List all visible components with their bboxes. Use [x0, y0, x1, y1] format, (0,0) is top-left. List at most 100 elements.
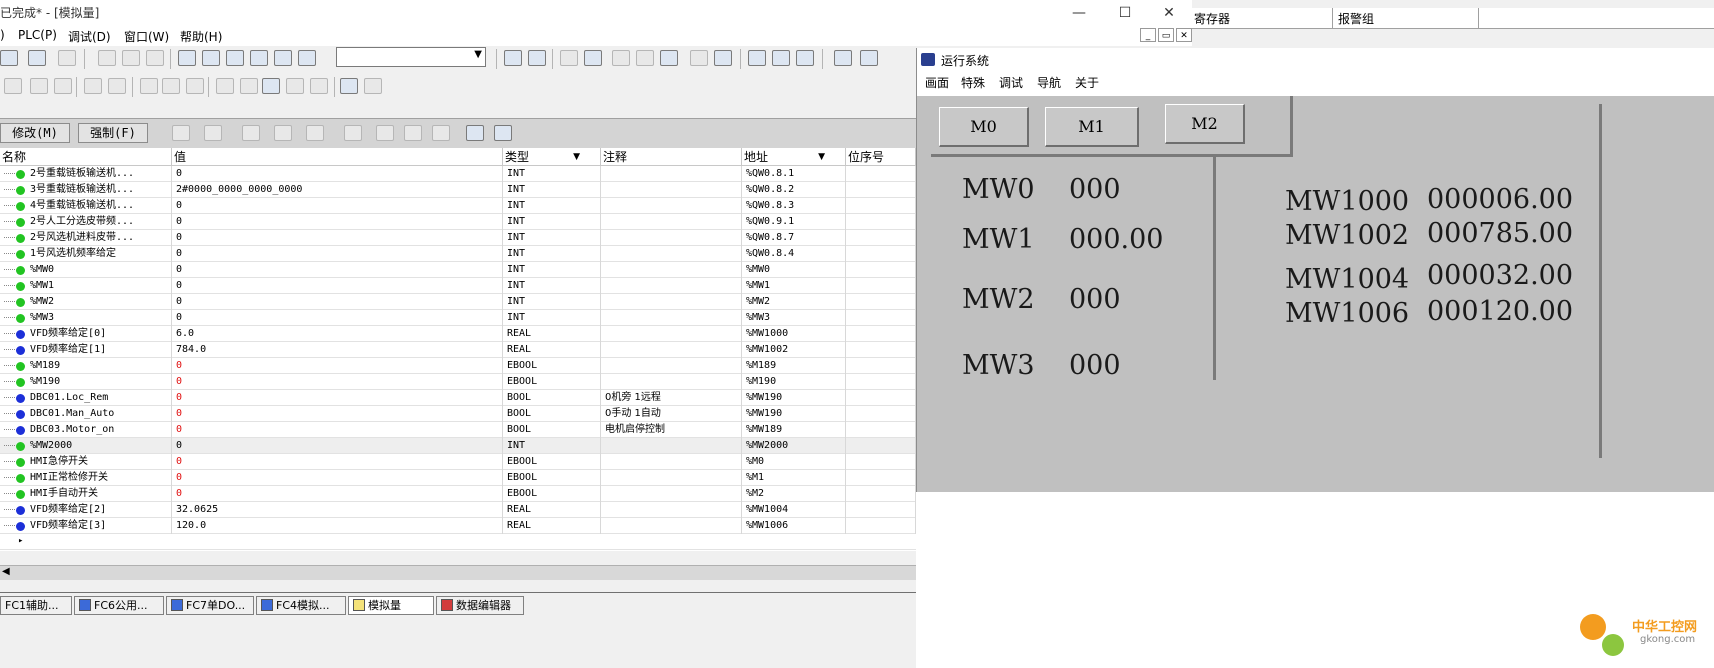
table-row[interactable]: %MW0 0 INT %MW0 — [0, 262, 916, 278]
link-icon[interactable] — [54, 78, 72, 94]
table-row[interactable]: 4号重载链板输送机... 0 INT %QW0.8.3 — [0, 198, 916, 214]
menu-plc[interactable]: PLC(P) — [18, 28, 57, 42]
rt-icon[interactable] — [494, 125, 512, 141]
table-row[interactable]: 1号风选机频率给定 0 INT %QW0.8.4 — [0, 246, 916, 262]
tab-analog[interactable]: 模拟量 — [348, 596, 434, 615]
m1-button[interactable]: M1 — [1045, 107, 1139, 147]
value-cell[interactable]: 0 — [172, 230, 503, 246]
tree-icon[interactable] — [202, 50, 220, 66]
tab-fc6[interactable]: FC6公用... — [74, 596, 164, 615]
cut-icon[interactable] — [58, 50, 76, 66]
multi-icon[interactable] — [432, 125, 450, 141]
force-off-icon[interactable] — [204, 125, 222, 141]
value-cell[interactable]: 2#0000_0000_0000_0000 — [172, 182, 503, 198]
simulator-icon[interactable] — [714, 50, 732, 66]
bus-icon[interactable] — [98, 50, 116, 66]
bit-icon[interactable] — [404, 125, 422, 141]
contact-icon[interactable] — [310, 78, 328, 94]
column-header-address[interactable]: 地址 ▼ — [742, 148, 846, 166]
table-row[interactable]: %MW2 0 INT %MW2 — [0, 294, 916, 310]
tab-data-editor[interactable]: 数据编辑器 — [436, 596, 524, 615]
value-cell[interactable]: 0 — [172, 278, 503, 294]
tile-horizontal-icon[interactable] — [772, 50, 790, 66]
monitor-icon[interactable] — [28, 50, 46, 66]
tab-fc4[interactable]: FC4模拟... — [256, 596, 346, 615]
table-row[interactable]: %MW1 0 INT %MW1 — [0, 278, 916, 294]
table-row[interactable]: HMI正常检修开关 0 EBOOL %M1 — [0, 470, 916, 486]
value-cell[interactable]: 6.0 — [172, 326, 503, 342]
refresh-icon[interactable] — [660, 50, 678, 66]
rack-icon[interactable] — [122, 50, 140, 66]
comment-icon[interactable] — [340, 78, 358, 94]
value-cell[interactable]: 0 — [172, 262, 503, 278]
table-row[interactable]: 2号重载链板输送机... 0 INT %QW0.8.1 — [0, 166, 916, 182]
table-row[interactable]: %M189 0 EBOOL %M189 — [0, 358, 916, 374]
table-row[interactable]: VFD频率给定[1] 784.0 REAL %MW1002 — [0, 342, 916, 358]
value-cell[interactable]: 0 — [172, 470, 503, 486]
help-icon[interactable] — [834, 50, 852, 66]
plc-icon[interactable] — [560, 50, 578, 66]
value-cell[interactable]: 0 — [172, 422, 503, 438]
menu-file-fragment[interactable]: ) — [0, 28, 5, 42]
modify-button[interactable]: 修改(M) — [0, 123, 70, 143]
columns-icon[interactable] — [344, 125, 362, 141]
links-icon[interactable] — [274, 50, 292, 66]
mdi-restore-icon[interactable]: ▭ — [1158, 28, 1174, 42]
table-row[interactable]: HMI急停开关 0 EBOOL %M0 — [0, 454, 916, 470]
value-cell[interactable]: 0 — [172, 214, 503, 230]
run-icon[interactable] — [612, 50, 630, 66]
search-combobox[interactable]: ▼ — [336, 47, 486, 67]
coil-icon[interactable] — [286, 78, 304, 94]
value-cell[interactable]: 0 — [172, 390, 503, 406]
tab-fc7[interactable]: FC7单DO... — [166, 596, 254, 615]
table-row[interactable]: 2号风选机进料皮带... 0 INT %QW0.8.7 — [0, 230, 916, 246]
rebuild-icon[interactable] — [528, 50, 546, 66]
mdi-close-icon[interactable]: ✕ — [1176, 28, 1192, 42]
value-cell[interactable]: 784.0 — [172, 342, 503, 358]
table-row[interactable]: %MW3 0 INT %MW3 — [0, 310, 916, 326]
glasses-icon[interactable] — [364, 78, 382, 94]
value-cell[interactable]: 0 — [172, 166, 503, 182]
chevron-down-icon[interactable]: ▼ — [818, 148, 825, 166]
value-cell[interactable]: 0 — [172, 374, 503, 390]
maximize-icon[interactable]: ☐ — [1102, 0, 1148, 26]
value-cell[interactable]: 0 — [172, 438, 503, 454]
library-icon[interactable] — [250, 50, 268, 66]
binoculars-icon[interactable] — [298, 50, 316, 66]
rt-menu-navigate[interactable]: 导航 — [1037, 74, 1061, 91]
scroll-left-icon[interactable]: ◀ — [2, 566, 10, 577]
table-row[interactable]: VFD频率给定[2] 32.0625 REAL %MW1004 — [0, 502, 916, 518]
chevron-down-icon[interactable]: ▼ — [573, 148, 580, 166]
table-icon[interactable] — [226, 50, 244, 66]
rt-menu-special[interactable]: 特殊 — [961, 74, 985, 91]
build-icon[interactable] — [504, 50, 522, 66]
force-button[interactable]: 强制(F) — [78, 123, 148, 143]
mdi-minimize-icon[interactable]: _ — [1140, 28, 1156, 42]
value-cell[interactable]: 32.0625 — [172, 502, 503, 518]
connect-icon[interactable] — [584, 50, 602, 66]
value-cell[interactable]: 0 — [172, 406, 503, 422]
rt-menu-debug[interactable]: 调试 — [999, 74, 1023, 91]
table-row[interactable]: 3号重载链板输送机... 2#0000_0000_0000_0000 INT %QW0… — [0, 182, 916, 198]
reset-icon[interactable] — [274, 125, 292, 141]
write-icon[interactable] — [466, 125, 484, 141]
value-cell[interactable]: 0 — [172, 198, 503, 214]
close-icon[interactable]: ✕ — [1146, 0, 1192, 26]
vertical-line-icon[interactable] — [30, 78, 48, 94]
rt-menu-about[interactable]: 关于 — [1075, 74, 1099, 91]
register-column-header[interactable]: 寄存器 — [1194, 10, 1230, 27]
context-help-icon[interactable] — [860, 50, 878, 66]
compare-icon[interactable] — [84, 78, 102, 94]
rt-menu-screen[interactable]: 画面 — [925, 74, 949, 91]
minimize-icon[interactable]: — — [1056, 0, 1102, 26]
table-row[interactable]: VFD频率给定[0] 6.0 REAL %MW1000 — [0, 326, 916, 342]
alarm-group-column-header[interactable]: 报警组 — [1338, 10, 1374, 27]
table-row[interactable]: DBC03.Motor_on 0 BOOL 电机启停控制 %MW189 — [0, 422, 916, 438]
chevron-down-icon[interactable]: ▼ — [474, 49, 482, 60]
animation-icon[interactable] — [690, 50, 708, 66]
value-cell[interactable]: 0 — [172, 310, 503, 326]
jump-icon[interactable] — [140, 78, 158, 94]
value-cell[interactable]: 0 — [172, 358, 503, 374]
dfb-icon[interactable] — [262, 78, 280, 94]
tile-vertical-icon[interactable] — [796, 50, 814, 66]
